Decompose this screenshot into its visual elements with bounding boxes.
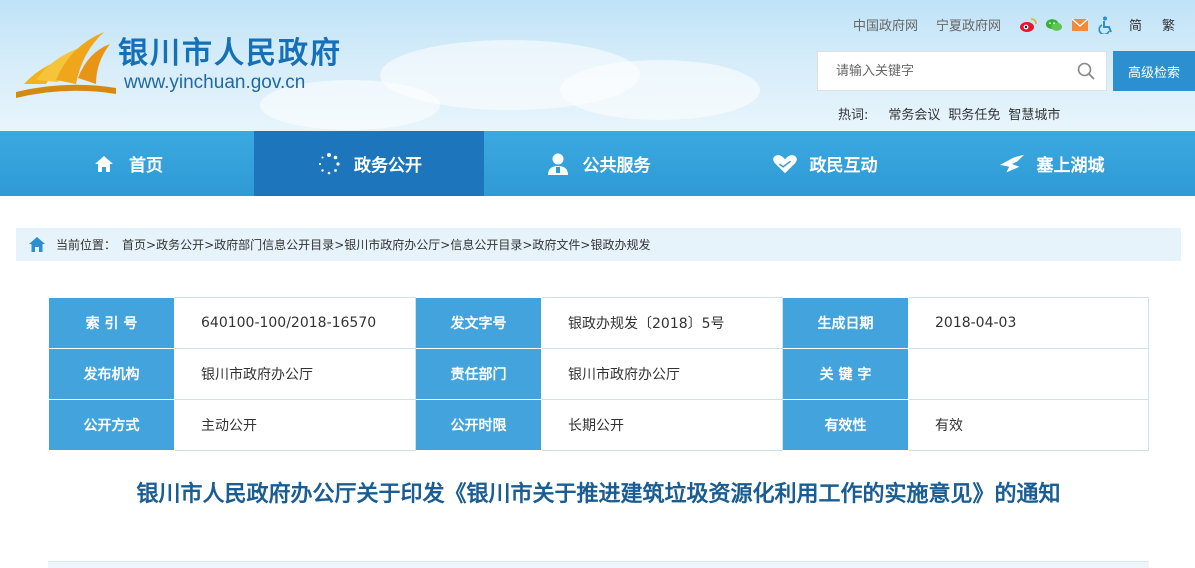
wechat-icon[interactable] xyxy=(1045,16,1063,34)
hot-word[interactable]: 智慧城市 xyxy=(1008,104,1060,123)
table-row: 发布机构 银川市政府办公厅 责任部门 银川市政府办公厅 关 键 字 xyxy=(48,348,1149,400)
nav-item-lake-city[interactable]: 塞上湖城 xyxy=(938,131,1165,196)
breadcrumb-separator: > xyxy=(440,237,451,252)
breadcrumb-separator: > xyxy=(522,237,533,252)
person-icon xyxy=(545,151,571,177)
site-url: www.yinchuan.gov.cn xyxy=(124,72,306,93)
home-icon xyxy=(29,236,45,252)
info-key: 责任部门 xyxy=(415,348,542,400)
info-key: 有效性 xyxy=(782,399,909,451)
nav-item-interaction[interactable]: 政民互动 xyxy=(711,131,938,196)
nav-label: 政务公开 xyxy=(354,156,422,176)
site-header: 银川市人民政府 www.yinchuan.gov.cn 中国政府网 宁夏政府网 … xyxy=(0,0,1195,131)
search-icon[interactable] xyxy=(1066,51,1106,91)
info-value: 银政办规发〔2018〕5号 xyxy=(541,297,783,349)
breadcrumb-separator: > xyxy=(334,237,345,252)
accessibility-icon[interactable] xyxy=(1097,16,1115,34)
breadcrumb-separator: > xyxy=(580,237,591,252)
hot-word[interactable]: 职务任免 xyxy=(948,104,1000,123)
info-value: 主动公开 xyxy=(174,399,416,451)
crane-icon xyxy=(999,151,1025,177)
info-value: 银川市政府办公厅 xyxy=(541,348,783,400)
lang-traditional[interactable]: 繁 xyxy=(1162,15,1175,34)
mail-icon[interactable] xyxy=(1071,16,1089,34)
breadcrumb-item[interactable]: 首页 xyxy=(122,236,146,253)
advanced-search-button[interactable]: 高级检索 xyxy=(1113,51,1195,91)
cloud-decoration xyxy=(560,60,760,120)
nav-item-gov-affairs[interactable]: 政务公开 xyxy=(254,131,484,196)
table-row: 公开方式 主动公开 公开时限 长期公开 有效性 有效 xyxy=(48,399,1149,451)
table-row: 索 引 号 640100-100/2018-16570 发文字号 银政办规发〔2… xyxy=(48,297,1149,349)
info-value: 银川市政府办公厅 xyxy=(174,348,416,400)
search-input[interactable] xyxy=(818,52,1066,90)
nav-label: 公共服务 xyxy=(582,156,651,176)
site-title[interactable]: 银川市人民政府 xyxy=(118,28,342,72)
link-china-gov[interactable]: 中国政府网 xyxy=(853,15,918,34)
weibo-icon[interactable] xyxy=(1019,16,1037,34)
breadcrumb-separator: > xyxy=(204,237,215,252)
info-value: 有效 xyxy=(908,399,1149,451)
city-logo-icon xyxy=(16,32,116,98)
info-key: 发布机构 xyxy=(48,348,175,400)
dots-circle-icon xyxy=(316,151,342,177)
breadcrumb-item[interactable]: 信息公开目录 xyxy=(450,236,522,253)
info-key: 索 引 号 xyxy=(48,297,175,349)
main-nav: 首页 政务公开 公共服务 政民互动 塞上湖城 xyxy=(0,131,1195,196)
nav-label: 塞上湖城 xyxy=(1036,156,1105,176)
info-value: 长期公开 xyxy=(541,399,783,451)
breadcrumb-label: 当前位置： xyxy=(56,238,117,252)
hot-words: 热词: 常务会议 职务任免 智慧城市 xyxy=(838,104,1060,123)
breadcrumb-separator: > xyxy=(146,237,157,252)
info-value xyxy=(908,348,1149,400)
breadcrumb-item[interactable]: 政府部门信息公开目录 xyxy=(214,236,334,253)
lang-simplified[interactable]: 简 xyxy=(1129,15,1142,34)
document-title: 银川市人民政府办公厅关于印发《银川市关于推进建筑垃圾资源化利用工作的实施意见》的… xyxy=(136,482,1061,507)
breadcrumb-item[interactable]: 政府文件 xyxy=(532,236,580,253)
top-links: 中国政府网 宁夏政府网 简 繁 xyxy=(853,15,1175,34)
info-key: 公开方式 xyxy=(48,399,175,451)
nav-label: 政民互动 xyxy=(809,156,878,176)
social-icons xyxy=(1019,16,1115,34)
breadcrumb-item[interactable]: 银政办规发 xyxy=(590,236,650,253)
info-key: 发文字号 xyxy=(415,297,542,349)
nav-label: 首页 xyxy=(129,156,163,176)
content-divider xyxy=(48,561,1149,568)
info-value: 2018-04-03 xyxy=(908,297,1149,349)
info-key: 关 键 字 xyxy=(782,348,909,400)
breadcrumb-item[interactable]: 政务公开 xyxy=(156,236,204,253)
breadcrumb: 当前位置： 首页 > 政务公开 > 政府部门信息公开目录 > 银川市政府办公厅 > 信息… xyxy=(16,228,1181,261)
hot-word[interactable]: 常务会议 xyxy=(888,104,940,123)
hot-words-label: 热词: xyxy=(838,108,869,123)
home-icon xyxy=(91,151,117,177)
search-box xyxy=(817,51,1107,91)
heart-hands-icon xyxy=(772,151,798,177)
breadcrumb-item[interactable]: 银川市政府办公厅 xyxy=(344,236,440,253)
info-value: 640100-100/2018-16570 xyxy=(174,297,416,349)
nav-item-home[interactable]: 首页 xyxy=(0,131,254,196)
document-info-table: 索 引 号 640100-100/2018-16570 发文字号 银政办规发〔2… xyxy=(48,297,1149,451)
info-key: 公开时限 xyxy=(415,399,542,451)
info-key: 生成日期 xyxy=(782,297,909,349)
nav-item-public-service[interactable]: 公共服务 xyxy=(484,131,711,196)
link-ningxia-gov[interactable]: 宁夏政府网 xyxy=(936,15,1001,34)
